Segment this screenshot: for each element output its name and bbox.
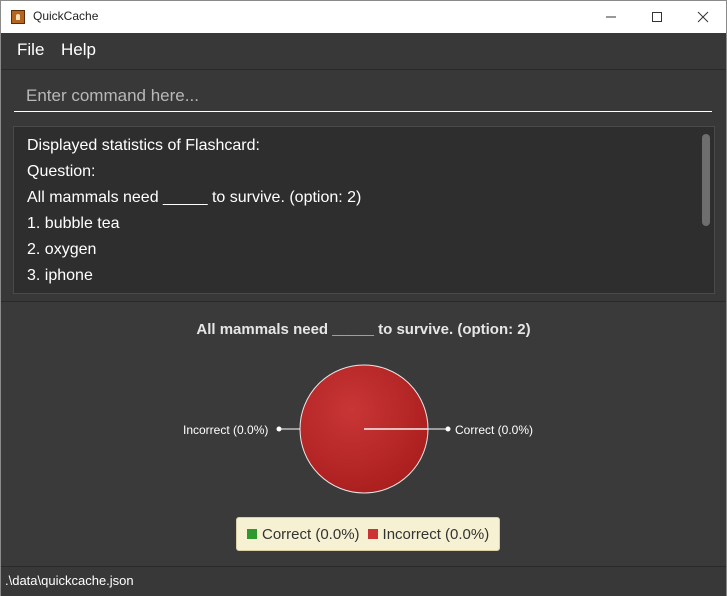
window-title: QuickCache — [33, 9, 99, 23]
maximize-icon — [651, 11, 663, 23]
close-icon — [697, 11, 709, 23]
result-scrollbar[interactable] — [702, 134, 710, 226]
menu-file[interactable]: File — [17, 40, 44, 60]
legend-label-correct: Correct (0.0%) — [262, 525, 360, 543]
legend-item-correct: Correct (0.0%) — [247, 526, 360, 543]
app-icon — [11, 10, 25, 24]
app-window: QuickCache File Help Displayed statistic… — [0, 0, 727, 596]
result-line-option-1: 1. bubble tea — [27, 215, 120, 232]
result-line-question: All mammals need _____ to survive. (opti… — [27, 189, 362, 206]
legend-item-incorrect: Incorrect (0.0%) — [367, 525, 490, 543]
result-line-question-label: Question: — [27, 163, 96, 180]
command-box — [1, 70, 726, 121]
minimize-icon — [605, 11, 617, 23]
menu-bar: File Help — [1, 33, 726, 70]
menu-help[interactable]: Help — [61, 40, 96, 60]
statistics-panel: All mammals need _____ to survive. (opti… — [1, 301, 726, 566]
data-file-path: .\data\quickcache.json — [5, 573, 134, 588]
minimize-button[interactable] — [588, 1, 634, 33]
chart-legend: Correct (0.0%) Incorrect (0.0%) — [236, 517, 501, 551]
status-bar: .\data\quickcache.json — [1, 566, 726, 596]
pie-label-incorrect: Incorrect (0.0%) — [183, 423, 269, 437]
title-bar: QuickCache — [1, 1, 726, 33]
legend-label-incorrect: Incorrect (0.0%) — [382, 525, 490, 543]
result-display[interactable]: Displayed statistics of Flashcard: Quest… — [13, 126, 715, 294]
legend-swatch-incorrect — [367, 529, 378, 539]
label-dot-correct — [445, 426, 451, 432]
result-line-option-2: 2. oxygen — [27, 241, 97, 258]
result-line-option-3: 3. iphone — [27, 267, 93, 284]
command-input[interactable] — [14, 80, 712, 112]
maximize-button[interactable] — [634, 1, 680, 33]
pie-label-correct: Correct (0.0%) — [455, 423, 534, 437]
legend-swatch-correct — [247, 529, 257, 539]
close-button[interactable] — [680, 1, 726, 33]
result-line-header: Displayed statistics of Flashcard: — [27, 137, 260, 154]
label-dot-incorrect — [276, 426, 282, 432]
